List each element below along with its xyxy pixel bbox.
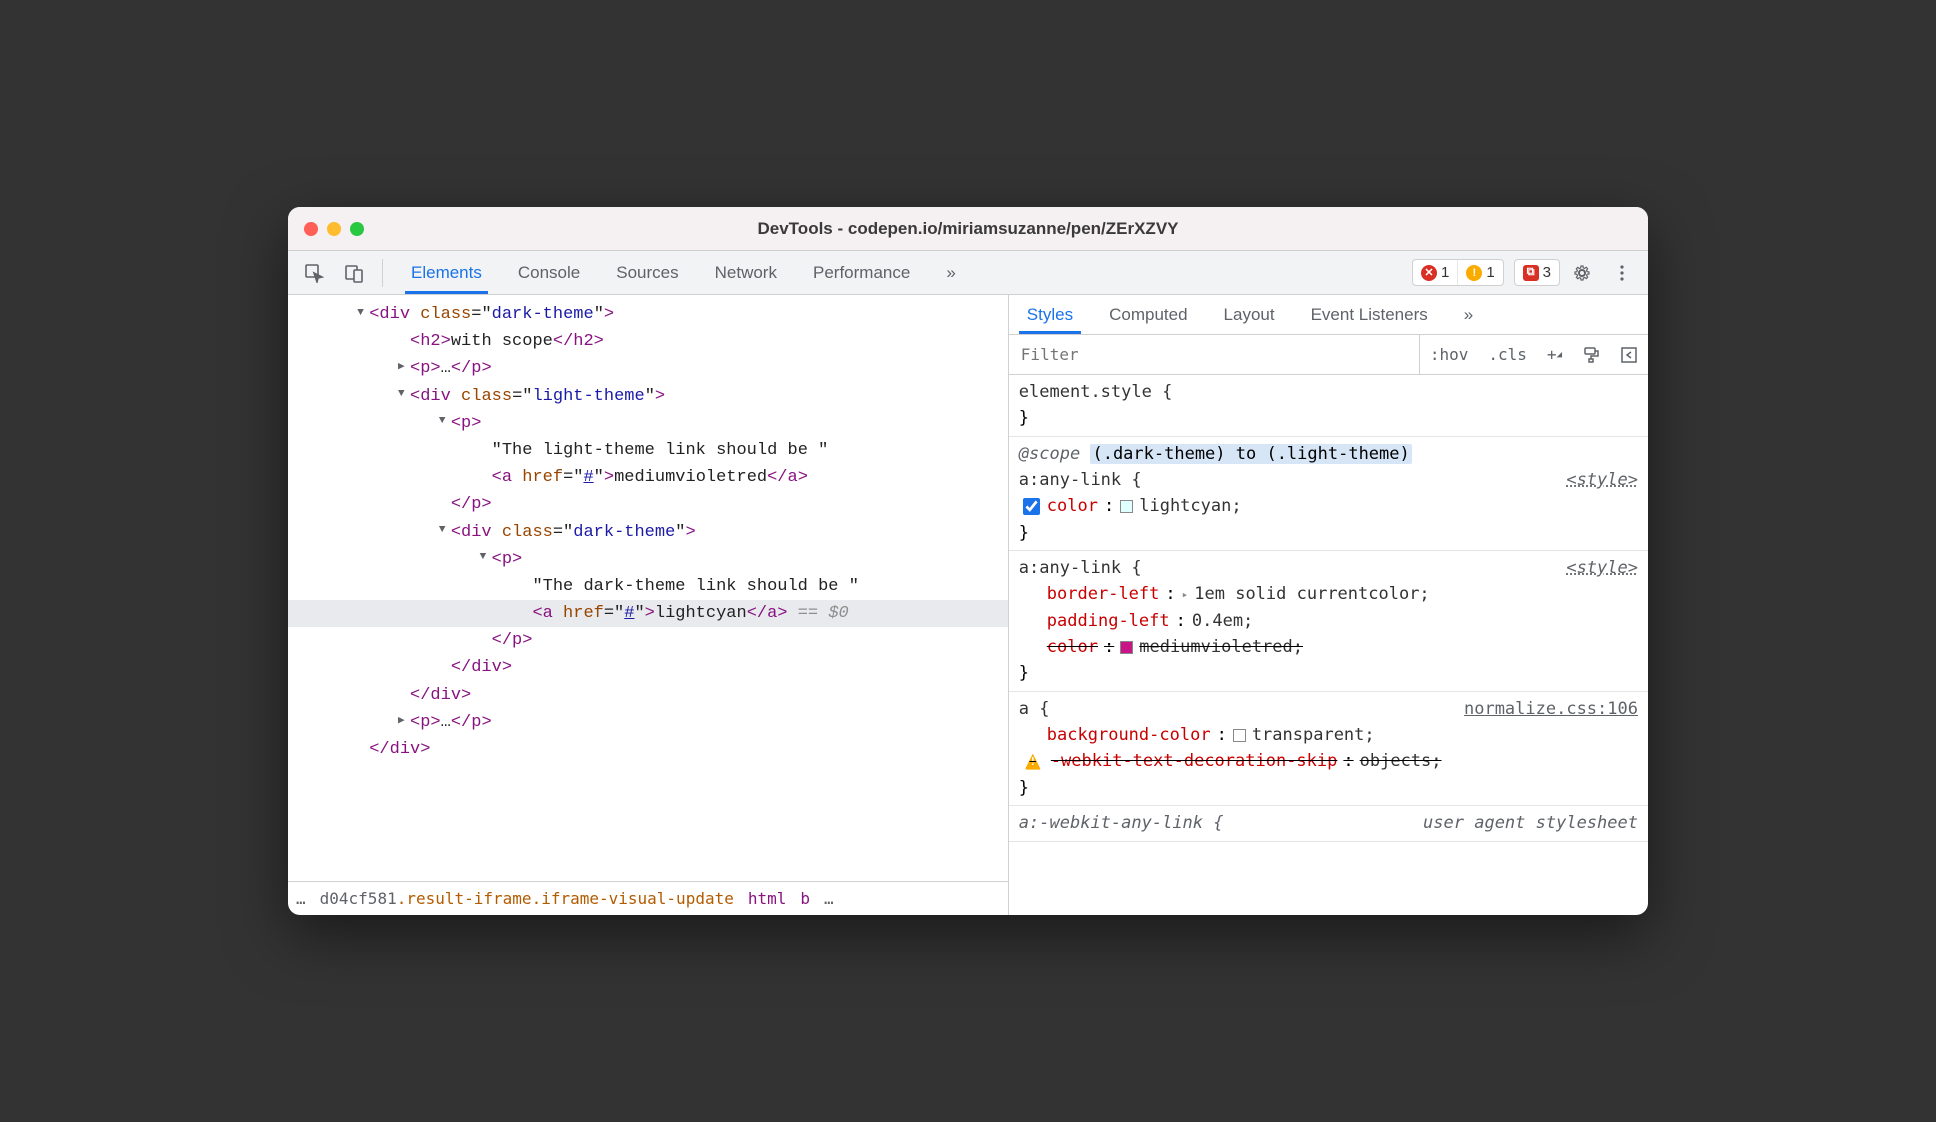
- tab-more[interactable]: »: [928, 253, 973, 293]
- dom-node[interactable]: <a href="#">lightcyan</a> == $0: [288, 600, 1008, 627]
- close-window-icon[interactable]: [304, 222, 318, 236]
- cls-button[interactable]: .cls: [1478, 335, 1537, 374]
- property-toggle[interactable]: [1023, 498, 1040, 515]
- panel-tabs: Elements Console Sources Network Perform…: [393, 253, 974, 293]
- subtab-more[interactable]: »: [1446, 297, 1491, 333]
- dom-node[interactable]: "The dark-theme link should be ": [288, 573, 1008, 600]
- messages-badge[interactable]: ⧉3: [1514, 259, 1560, 286]
- paint-icon[interactable]: [1572, 335, 1610, 374]
- hov-button[interactable]: :hov: [1420, 335, 1479, 374]
- issue-badges[interactable]: ✕1 !1: [1412, 259, 1504, 286]
- settings-icon[interactable]: [1564, 255, 1600, 291]
- css-property[interactable]: background-color: transparent;: [1019, 722, 1638, 748]
- dom-node[interactable]: </p>: [288, 491, 1008, 518]
- css-property-invalid[interactable]: ! -webkit-text-decoration-skip: objects;: [1019, 748, 1638, 774]
- tab-elements[interactable]: Elements: [393, 253, 500, 293]
- styles-list[interactable]: element.style { } @scope (.dark-theme) t…: [1009, 375, 1648, 915]
- dom-tree[interactable]: ▼<div class="dark-theme"> <h2>with scope…: [288, 295, 1008, 881]
- main-content: ▼<div class="dark-theme"> <h2>with scope…: [288, 295, 1648, 915]
- css-property[interactable]: border-left:▸ 1em solid currentcolor;: [1019, 581, 1638, 607]
- element-style-rule[interactable]: element.style { }: [1009, 375, 1648, 437]
- tab-network[interactable]: Network: [697, 253, 795, 293]
- ua-rule[interactable]: a:-webkit-any-link { user agent styleshe…: [1009, 806, 1648, 841]
- tab-sources[interactable]: Sources: [598, 253, 696, 293]
- css-property[interactable]: color: lightcyan;: [1019, 493, 1638, 519]
- window-title: DevTools - codepen.io/miriamsuzanne/pen/…: [288, 219, 1648, 239]
- device-toolbar-icon[interactable]: [336, 255, 372, 291]
- separator: [382, 259, 383, 287]
- rule-origin[interactable]: <style>: [1566, 555, 1638, 581]
- crumb-suffix: …: [824, 889, 834, 908]
- dom-node[interactable]: </div>: [288, 682, 1008, 709]
- maximize-window-icon[interactable]: [350, 222, 364, 236]
- dom-node[interactable]: ▼<p>: [288, 546, 1008, 573]
- warning-icon: !: [1466, 265, 1482, 281]
- titlebar: DevTools - codepen.io/miriamsuzanne/pen/…: [288, 207, 1648, 251]
- css-property-overridden[interactable]: color: mediumvioletred;: [1019, 634, 1638, 660]
- rule-origin: user agent stylesheet: [1423, 810, 1638, 836]
- dom-node[interactable]: </div>: [288, 654, 1008, 681]
- dom-node[interactable]: <h2>with scope</h2>: [288, 328, 1008, 355]
- color-swatch-icon[interactable]: [1233, 729, 1246, 742]
- dom-node[interactable]: ▼<div class="dark-theme">: [288, 301, 1008, 328]
- dom-node[interactable]: ▶<p>…</p>: [288, 709, 1008, 736]
- subtab-event-listeners[interactable]: Event Listeners: [1293, 297, 1446, 333]
- a-rule[interactable]: a { normalize.css:106 background-color: …: [1009, 692, 1648, 806]
- subtab-layout[interactable]: Layout: [1206, 297, 1293, 333]
- styles-panel: Styles Computed Layout Event Listeners »…: [1009, 295, 1648, 915]
- inspect-element-icon[interactable]: [296, 255, 332, 291]
- scope-rule[interactable]: @scope (.dark-theme) to (.light-theme) a…: [1009, 437, 1648, 551]
- message-icon: ⧉: [1523, 265, 1539, 281]
- crumb-item[interactable]: b: [800, 889, 810, 908]
- kebab-menu-icon[interactable]: [1604, 255, 1640, 291]
- dom-node[interactable]: <a href="#">mediumvioletred</a>: [288, 464, 1008, 491]
- rule-origin[interactable]: <style>: [1566, 467, 1638, 493]
- styles-subtabs: Styles Computed Layout Event Listeners »: [1009, 295, 1648, 335]
- filter-input[interactable]: [1009, 335, 1420, 374]
- css-property[interactable]: padding-left: 0.4em;: [1019, 608, 1638, 634]
- dom-node[interactable]: "The light-theme link should be ": [288, 437, 1008, 464]
- subtab-styles[interactable]: Styles: [1009, 297, 1091, 333]
- filter-bar: :hov .cls +◢: [1009, 335, 1648, 375]
- dom-node[interactable]: ▼<p>: [288, 410, 1008, 437]
- breadcrumb[interactable]: … d04cf581.result-iframe.iframe-visual-u…: [288, 881, 1008, 915]
- computed-toggle-icon[interactable]: [1610, 335, 1648, 374]
- minimize-window-icon[interactable]: [327, 222, 341, 236]
- scope-selector-highlight: (.dark-theme) to (.light-theme): [1090, 444, 1411, 464]
- errors-badge: ✕1: [1413, 260, 1457, 285]
- elements-panel: ▼<div class="dark-theme"> <h2>with scope…: [288, 295, 1009, 915]
- rule-origin[interactable]: normalize.css:106: [1464, 696, 1638, 722]
- devtools-window: DevTools - codepen.io/miriamsuzanne/pen/…: [288, 207, 1648, 915]
- crumb-item[interactable]: d04cf581.result-iframe.iframe-visual-upd…: [320, 889, 734, 908]
- main-toolbar: Elements Console Sources Network Perform…: [288, 251, 1648, 295]
- dom-node[interactable]: ▼<div class="light-theme">: [288, 383, 1008, 410]
- subtab-computed[interactable]: Computed: [1091, 297, 1205, 333]
- dom-node[interactable]: ▼<div class="dark-theme">: [288, 519, 1008, 546]
- dom-node[interactable]: ▶<p>…</p>: [288, 355, 1008, 382]
- error-icon: ✕: [1421, 265, 1437, 281]
- crumb-prefix: …: [296, 889, 306, 908]
- color-swatch-icon[interactable]: [1120, 500, 1133, 513]
- crumb-item[interactable]: html: [748, 889, 787, 908]
- warning-icon: !: [1025, 754, 1041, 770]
- dom-node[interactable]: </p>: [288, 627, 1008, 654]
- anylink-rule[interactable]: a:any-link { <style> border-left:▸ 1em s…: [1009, 551, 1648, 692]
- new-style-button[interactable]: +◢: [1537, 335, 1572, 374]
- warnings-badge: !1: [1457, 260, 1502, 285]
- tab-console[interactable]: Console: [500, 253, 598, 293]
- color-swatch-icon[interactable]: [1120, 641, 1133, 654]
- tab-performance[interactable]: Performance: [795, 253, 928, 293]
- dom-node[interactable]: </div>: [288, 736, 1008, 763]
- traffic-lights: [288, 222, 364, 236]
